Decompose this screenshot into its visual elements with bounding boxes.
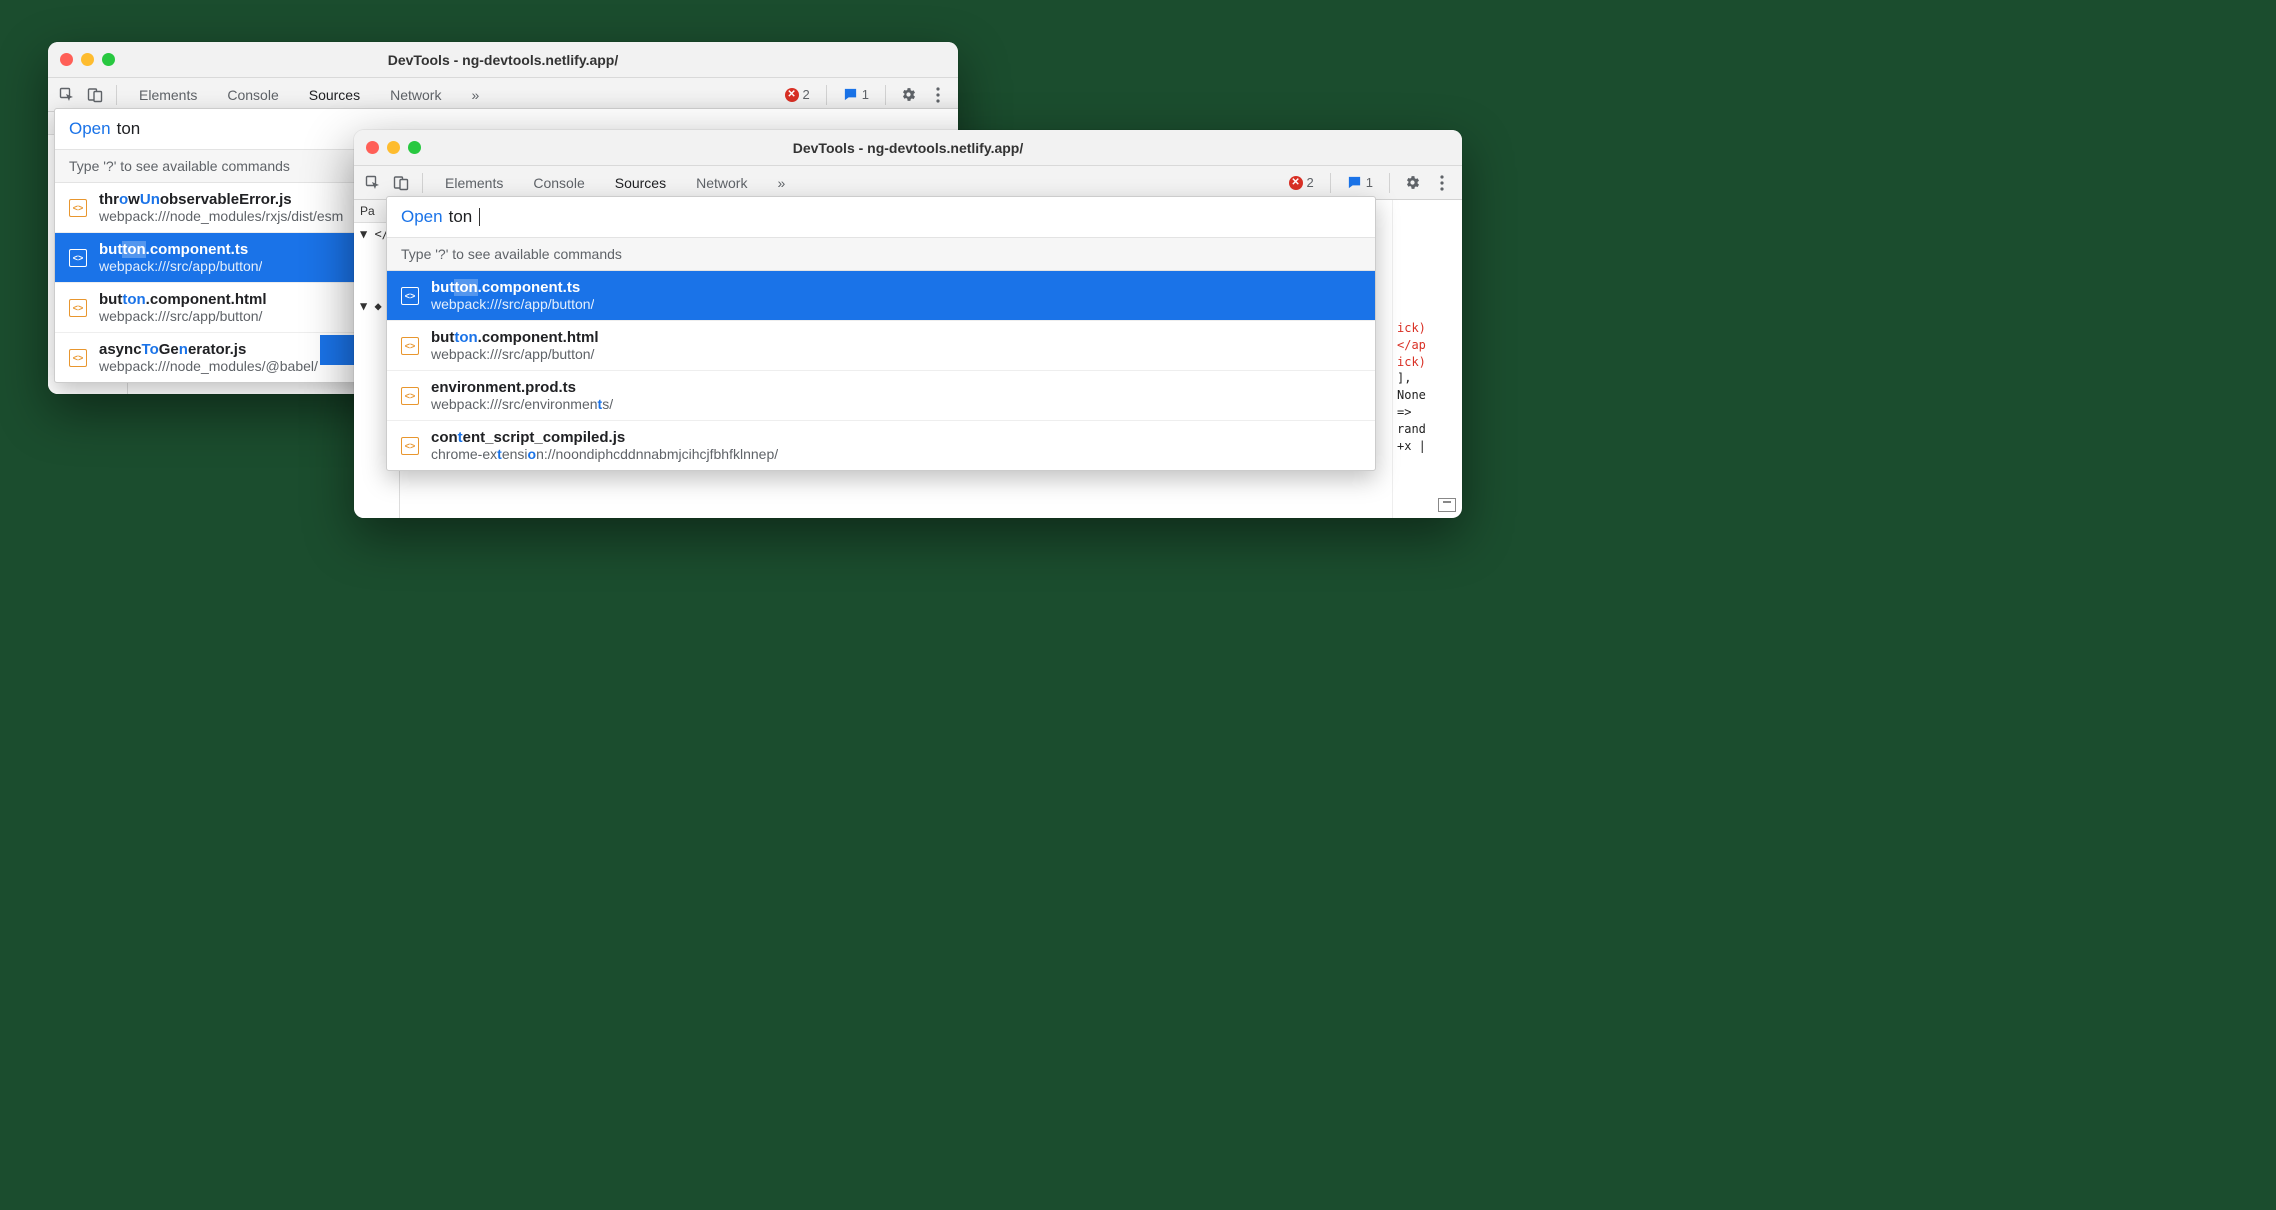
close-window-button[interactable] bbox=[366, 141, 379, 154]
file-icon: <> bbox=[401, 287, 419, 305]
command-hint: Type '?' to see available commands bbox=[387, 237, 1375, 271]
file-icon: <> bbox=[401, 337, 419, 355]
result-path: webpack:///src/app/button/ bbox=[431, 346, 598, 362]
error-badge[interactable]: ✕ 2 bbox=[779, 87, 816, 102]
message-icon bbox=[843, 87, 858, 102]
result-filename: button.component.ts bbox=[431, 279, 594, 296]
result-filename: button.component.html bbox=[431, 329, 598, 346]
result-filename: button.component.ts bbox=[99, 241, 262, 258]
window-title: DevTools - ng-devtools.netlify.app/ bbox=[354, 140, 1462, 156]
command-menu-input[interactable]: Open ton bbox=[387, 197, 1375, 237]
devtools-toolbar: Elements Console Sources Network » ✕ 2 1 bbox=[354, 166, 1462, 200]
inspect-element-icon[interactable] bbox=[56, 84, 78, 106]
tab-console[interactable]: Console bbox=[521, 175, 596, 191]
command-result-item[interactable]: <> content_script_compiled.jschrome-exten… bbox=[387, 421, 1375, 470]
device-toggle-icon[interactable] bbox=[84, 84, 106, 106]
command-query: ton bbox=[449, 207, 473, 227]
settings-button[interactable] bbox=[896, 86, 920, 103]
command-result-item[interactable]: <> button.component.htmlwebpack:///src/ap… bbox=[387, 321, 1375, 371]
tab-more[interactable]: » bbox=[459, 87, 491, 103]
message-icon bbox=[1347, 175, 1362, 190]
separator bbox=[116, 85, 117, 105]
command-prefix: Open bbox=[69, 119, 111, 139]
result-filename: throwUnobservableError.js bbox=[99, 191, 343, 208]
result-filename: content_script_compiled.js bbox=[431, 429, 778, 446]
close-window-button[interactable] bbox=[60, 53, 73, 66]
drawer-toggle-icon[interactable] bbox=[1438, 498, 1456, 512]
command-result-item[interactable]: <> button.component.tswebpack:///src/app/… bbox=[387, 271, 1375, 321]
message-badge[interactable]: 1 bbox=[1341, 175, 1379, 190]
message-count: 1 bbox=[862, 87, 869, 102]
traffic-lights bbox=[366, 141, 421, 154]
result-filename: environment.prod.ts bbox=[431, 379, 613, 396]
device-toggle-icon[interactable] bbox=[390, 172, 412, 194]
result-path: webpack:///src/app/button/ bbox=[99, 258, 262, 274]
window-title: DevTools - ng-devtools.netlify.app/ bbox=[48, 52, 958, 68]
file-icon: <> bbox=[401, 437, 419, 455]
more-menu-button[interactable] bbox=[1430, 175, 1454, 191]
inspect-element-icon[interactable] bbox=[362, 172, 384, 194]
result-path: webpack:///src/app/button/ bbox=[431, 296, 594, 312]
command-result-item[interactable]: <> environment.prod.tswebpack:///src/envi… bbox=[387, 371, 1375, 421]
file-icon: <> bbox=[69, 249, 87, 267]
tab-elements[interactable]: Elements bbox=[433, 175, 515, 191]
result-path: webpack:///src/environments/ bbox=[431, 396, 613, 412]
file-icon: <> bbox=[69, 299, 87, 317]
tab-network[interactable]: Network bbox=[684, 175, 759, 191]
command-menu: Open ton Type '?' to see available comma… bbox=[386, 196, 1376, 471]
tab-network[interactable]: Network bbox=[378, 87, 453, 103]
message-badge[interactable]: 1 bbox=[837, 87, 875, 102]
command-prefix: Open bbox=[401, 207, 443, 227]
message-count: 1 bbox=[1366, 175, 1373, 190]
result-path: webpack:///node_modules/rxjs/dist/esm bbox=[99, 208, 343, 224]
error-badge[interactable]: ✕ 2 bbox=[1283, 175, 1320, 190]
tab-console[interactable]: Console bbox=[215, 87, 290, 103]
tab-sources[interactable]: Sources bbox=[603, 175, 678, 191]
minimize-window-button[interactable] bbox=[81, 53, 94, 66]
content-area: Pa ▼ </> ▼ ◆ ick)</apick)],None=>rand+x … bbox=[354, 200, 1462, 518]
file-icon: <> bbox=[69, 199, 87, 217]
maximize-window-button[interactable] bbox=[102, 53, 115, 66]
result-path: chrome-extension://noondiphcddnnabmjcihc… bbox=[431, 446, 778, 462]
maximize-window-button[interactable] bbox=[408, 141, 421, 154]
more-menu-button[interactable] bbox=[926, 87, 950, 103]
code-preview: ick)</apick)],None=>rand+x | bbox=[1392, 200, 1462, 518]
tab-more[interactable]: » bbox=[765, 175, 797, 191]
devtools-window-front: DevTools - ng-devtools.netlify.app/ Elem… bbox=[354, 130, 1462, 518]
separator bbox=[826, 85, 827, 105]
text-cursor bbox=[479, 208, 480, 226]
separator bbox=[422, 173, 423, 193]
settings-button[interactable] bbox=[1400, 174, 1424, 191]
error-icon: ✕ bbox=[1289, 176, 1303, 190]
devtools-toolbar: Elements Console Sources Network » ✕ 2 1 bbox=[48, 78, 958, 112]
results-list-right: <>button.component.tswebpack:///src/app/… bbox=[387, 271, 1375, 470]
result-path: webpack:///node_modules/@babel/ bbox=[99, 358, 318, 374]
separator bbox=[1330, 173, 1331, 193]
titlebar: DevTools - ng-devtools.netlify.app/ bbox=[48, 42, 958, 78]
result-path: webpack:///src/app/button/ bbox=[99, 308, 266, 324]
error-icon: ✕ bbox=[785, 88, 799, 102]
error-count: 2 bbox=[803, 87, 810, 102]
command-query: ton bbox=[117, 119, 141, 139]
separator bbox=[885, 85, 886, 105]
tab-sources[interactable]: Sources bbox=[297, 87, 372, 103]
result-filename: button.component.html bbox=[99, 291, 266, 308]
minimize-window-button[interactable] bbox=[387, 141, 400, 154]
titlebar: DevTools - ng-devtools.netlify.app/ bbox=[354, 130, 1462, 166]
result-filename: asyncToGenerator.js bbox=[99, 341, 318, 358]
error-count: 2 bbox=[1307, 175, 1314, 190]
tab-elements[interactable]: Elements bbox=[127, 87, 209, 103]
file-icon: <> bbox=[401, 387, 419, 405]
file-icon: <> bbox=[69, 349, 87, 367]
separator bbox=[1389, 173, 1390, 193]
traffic-lights bbox=[60, 53, 115, 66]
